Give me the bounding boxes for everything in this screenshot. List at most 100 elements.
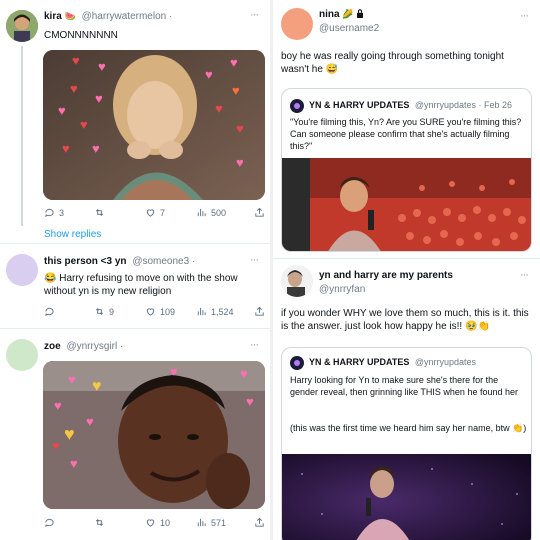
quoted-avatar[interactable]	[290, 356, 304, 370]
heart-sticker: ♥	[70, 456, 78, 471]
heart-icon	[146, 519, 155, 527]
tweet-kira[interactable]: kira 🍉 @harrywatermelon · ··· CMONNNNNNN	[0, 0, 270, 243]
tweet-text: boy he was really going through somethin…	[281, 51, 504, 75]
quoted-tweet[interactable]: YN & HARRY UPDATES @ynrryupdates Harry l…	[281, 347, 532, 540]
tweet-image[interactable]	[43, 50, 265, 200]
tweet-header: this person <3 yn @someone3 ·	[44, 256, 195, 267]
handle[interactable]: @harrywatermelon ·	[82, 11, 173, 22]
quoted-text: "You're filming this, Yn? Are you SURE y…	[290, 117, 522, 151]
display-name[interactable]: zoe	[44, 341, 61, 352]
reply-button[interactable]	[44, 306, 59, 317]
quoted-tweet[interactable]: YN & HARRY UPDATES @ynrryupdates · Feb 2…	[281, 88, 532, 252]
avatar[interactable]	[6, 339, 38, 371]
handle[interactable]: @username2	[319, 23, 379, 34]
quoted-image[interactable]	[282, 454, 531, 540]
reply-icon	[45, 518, 54, 528]
heart-sticker: ♥	[68, 372, 76, 387]
more-icon[interactable]: ···	[250, 9, 259, 21]
like-count: 7	[160, 207, 166, 218]
more-icon[interactable]: ···	[250, 339, 259, 351]
views-button[interactable]: 500	[196, 207, 226, 218]
like-button[interactable]: 109	[145, 306, 175, 317]
name-emoji: 🍉	[64, 11, 76, 21]
reply-button[interactable]: 3	[44, 207, 64, 218]
quoted-avatar-icon	[294, 360, 300, 366]
heart-sticker: ♥	[64, 424, 75, 444]
quoted-header: YN & HARRY UPDATES @ynrryupdates · Feb 2…	[309, 100, 512, 110]
retweet-button[interactable]: 9	[94, 306, 114, 317]
display-name[interactable]: nina	[319, 9, 340, 20]
share-button[interactable]	[254, 207, 265, 218]
tweet-text: CMONNNNNNN	[44, 30, 118, 41]
tweet-header: kira 🍉 @harrywatermelon ·	[44, 11, 172, 22]
like-button[interactable]: 10	[145, 517, 170, 528]
quoted-handle[interactable]: @ynrryupdates	[415, 357, 476, 367]
tweet-actions: 9 109 1,524	[44, 306, 266, 320]
quoted-avatar[interactable]	[290, 99, 304, 113]
more-icon[interactable]: ···	[520, 10, 529, 22]
tweet-yn-and-harry[interactable]: yn and harry are my parents @ynrryfan ··…	[273, 259, 540, 540]
tweet-handle-row: @ynrryfan	[319, 284, 365, 295]
share-button[interactable]	[254, 306, 265, 317]
heart-sticker: ♥	[58, 103, 66, 118]
views-button[interactable]: 1,524	[196, 306, 234, 317]
retweet-button[interactable]	[94, 207, 109, 218]
display-name[interactable]: this person <3 yn	[44, 256, 127, 267]
tweet-zoe[interactable]: zoe @ynrrysgirl · ··· ♥ ♥ ♥ ♥ ♥ ♥ ♥ ♥ ♥ …	[0, 329, 270, 540]
quoted-display-name[interactable]: YN & HARRY UPDATES	[309, 357, 409, 367]
tweet-actions: 10 571	[44, 517, 266, 531]
share-button[interactable]	[254, 517, 265, 528]
tweet-nina[interactable]: nina 🌽 @username2 ··· boy he was really …	[273, 0, 540, 258]
quoted-avatar-icon	[294, 103, 300, 109]
heart-sticker: ♥	[170, 364, 178, 379]
heart-sticker: ♥	[54, 398, 62, 413]
heart-sticker: ♥	[95, 91, 103, 106]
thread-line	[21, 46, 23, 226]
tweet-image[interactable]	[43, 361, 265, 509]
show-replies-link[interactable]: Show replies	[44, 229, 101, 240]
more-icon[interactable]: ···	[250, 254, 259, 266]
reply-button[interactable]	[44, 517, 59, 528]
heart-sticker: ♥	[240, 366, 248, 381]
retweet-icon	[95, 209, 104, 216]
handle[interactable]: @ynrryfan	[319, 284, 365, 295]
quoted-handle[interactable]: @ynrryupdates · Feb 26	[415, 100, 512, 110]
name-emoji: 🌽	[342, 9, 354, 19]
reply-count: 3	[59, 207, 65, 218]
handle[interactable]: @ynrrysgirl ·	[66, 341, 123, 352]
views-count: 1,524	[211, 306, 234, 317]
right-column: nina 🌽 @username2 ··· boy he was really …	[273, 0, 540, 540]
left-column: kira 🍉 @harrywatermelon · ··· CMONNNNNNN	[0, 0, 270, 540]
avatar[interactable]	[281, 265, 313, 297]
heart-sticker: ♥	[236, 121, 244, 136]
heart-sticker: ♥	[72, 53, 80, 68]
tweet-this-person[interactable]: this person <3 yn @someone3 · ··· 😂 Harr…	[0, 244, 270, 328]
avatar[interactable]	[6, 10, 38, 42]
heart-sticker: ♥	[52, 438, 60, 453]
tweet-header: yn and harry are my parents	[319, 270, 453, 281]
reply-icon	[45, 208, 54, 218]
like-button[interactable]: 7	[145, 207, 165, 218]
heart-sticker: ♥	[62, 141, 70, 156]
retweet-button[interactable]	[94, 517, 109, 528]
heart-sticker: ♥	[92, 378, 102, 395]
share-icon	[255, 517, 264, 527]
quoted-text: Harry looking for Yn to make sure she's …	[290, 375, 518, 397]
heart-sticker: ♥	[236, 155, 244, 170]
views-button[interactable]: 571	[196, 517, 226, 528]
avatar[interactable]	[281, 8, 313, 40]
more-icon[interactable]: ···	[520, 269, 529, 281]
like-count: 10	[160, 517, 171, 528]
tweet-text: if you wonder WHY we love them so much, …	[281, 308, 529, 332]
display-name[interactable]: kira	[44, 11, 62, 22]
quoted-display-name[interactable]: YN & HARRY UPDATES	[309, 100, 409, 110]
views-icon	[197, 518, 206, 527]
like-count: 109	[160, 306, 176, 317]
reply-icon	[45, 307, 54, 317]
avatar[interactable]	[6, 254, 38, 286]
heart-sticker: ♥	[246, 394, 254, 409]
handle[interactable]: @someone3 ·	[132, 256, 195, 267]
quoted-image[interactable]	[282, 158, 531, 251]
display-name[interactable]: yn and harry are my parents	[319, 270, 453, 281]
heart-sticker: ♥	[232, 83, 240, 98]
